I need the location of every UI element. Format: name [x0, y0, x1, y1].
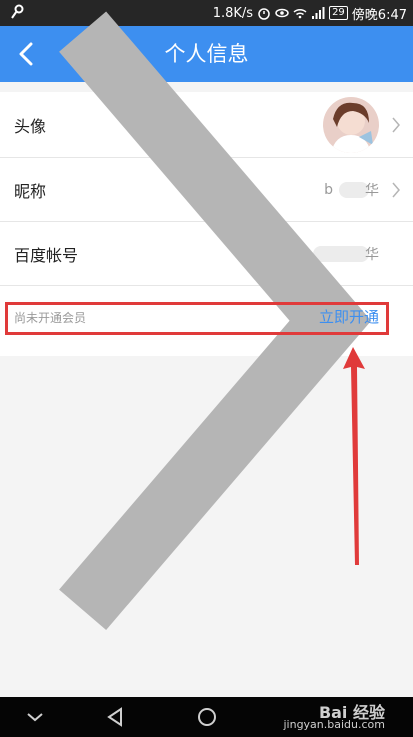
chevron-down-icon[interactable] — [22, 705, 48, 729]
vip-row[interactable]: 尚未开通会员 立即开通 — [0, 11, 413, 631]
profile-list: 头像 昵称 b 华 百度帐号 ba 华 尚未开通会员 立即开通 — [0, 11, 413, 631]
watermark-domain: jingyan.baidu.com — [283, 718, 385, 731]
back-triangle-icon[interactable] — [103, 705, 129, 729]
chevron-right-icon — [59, 11, 372, 631]
home-circle-icon[interactable] — [194, 705, 220, 729]
system-nav-bar: Bai 经验 jingyan.baidu.com — [0, 697, 413, 737]
highlight-box — [5, 302, 389, 335]
